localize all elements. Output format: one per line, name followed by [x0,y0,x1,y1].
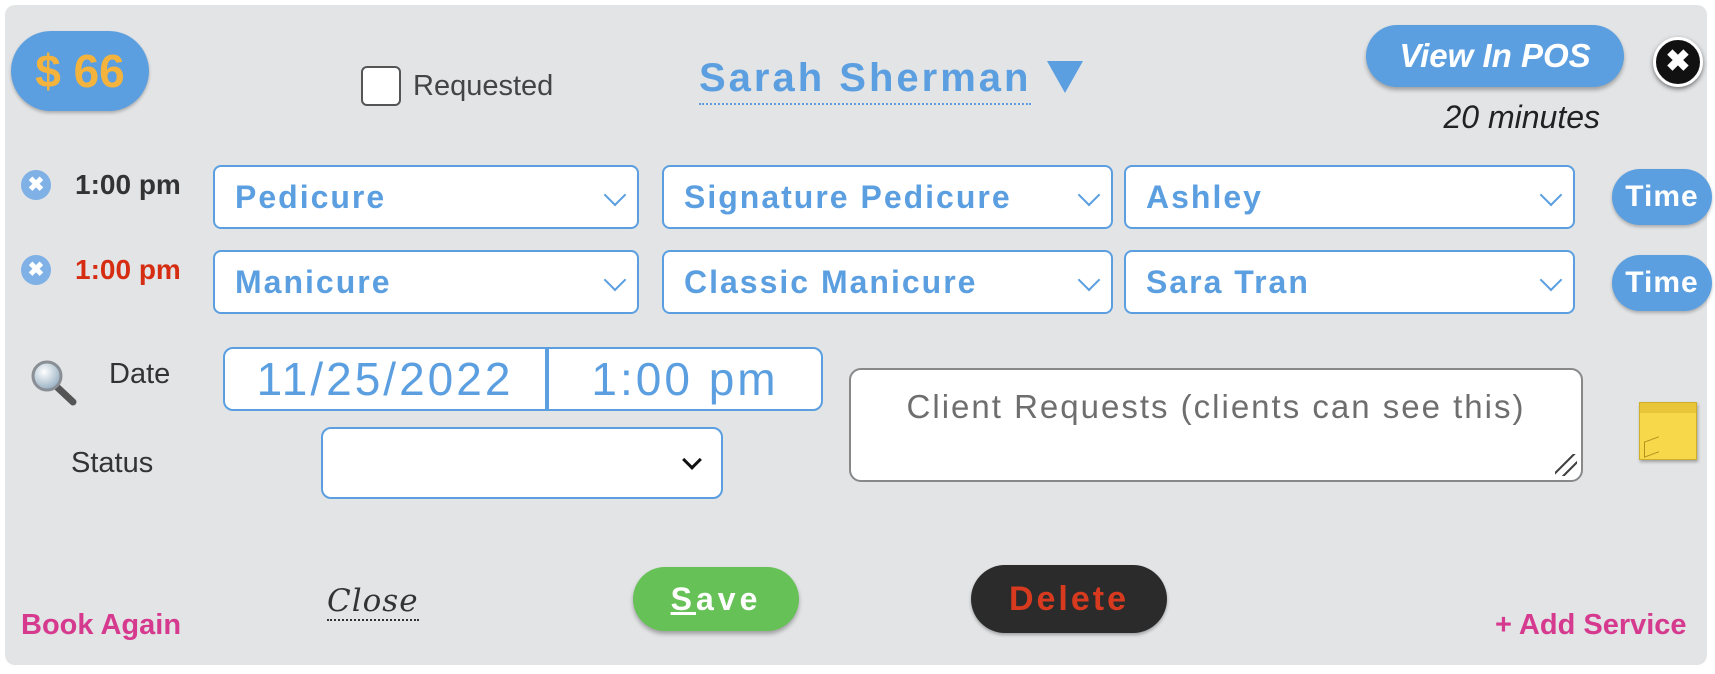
chevron-down-icon [603,268,627,292]
price-badge: $ 66 [11,31,149,111]
client-dropdown-caret-icon[interactable] [1047,61,1083,93]
service-select[interactable]: Classic Manicure [662,250,1113,314]
time-button[interactable]: Time [1612,255,1712,311]
service-time: 1:00 pm [75,169,181,200]
sticky-note-icon[interactable] [1639,402,1697,460]
requested-checkbox[interactable] [361,66,401,106]
staff-value: Sara Tran [1146,263,1310,300]
service-time: 1:00 pm [75,254,181,285]
category-select[interactable]: Manicure [213,250,639,314]
time-button[interactable]: Time [1612,169,1712,225]
delete-button[interactable]: Delete [971,565,1167,633]
chevron-down-icon [1539,268,1563,292]
chevron-down-icon [682,450,702,470]
requested-label: Requested [413,69,554,102]
staff-select[interactable]: Sara Tran [1124,250,1575,314]
resize-handle-icon[interactable] [1555,454,1577,476]
chevron-down-icon [603,183,627,207]
status-select[interactable] [321,427,723,499]
search-icon[interactable] [27,357,81,407]
add-service-link[interactable]: + Add Service [1495,609,1687,642]
client-requests-placeholder: Client Requests (clients can see this) [906,388,1526,425]
date-input[interactable]: 11/25/2022 [223,347,547,411]
service-select[interactable]: Signature Pedicure [662,165,1113,229]
save-label: ave [695,580,762,617]
staff-select[interactable]: Ashley [1124,165,1575,229]
date-label: Date [109,358,171,390]
appointment-duration: 20 minutes [1443,99,1600,135]
client-name-link[interactable]: Sarah Sherman [699,55,1032,105]
time-input[interactable]: 1:00 pm [547,347,823,411]
chevron-down-icon [1077,183,1101,207]
service-value: Signature Pedicure [684,178,1012,215]
chevron-down-icon [1077,268,1101,292]
staff-value: Ashley [1146,178,1263,215]
chevron-down-icon [1539,183,1563,207]
service-value: Classic Manicure [684,263,978,300]
remove-service-icon[interactable]: ✖ [21,170,51,200]
save-button[interactable]: Save [633,567,799,631]
category-select[interactable]: Pedicure [213,165,639,229]
book-again-link[interactable]: Book Again [21,609,181,642]
client-requests-textarea[interactable]: Client Requests (clients can see this) [849,368,1583,482]
remove-service-icon[interactable]: ✖ [21,255,51,285]
requested-toggle[interactable]: Requested [361,66,553,106]
category-value: Pedicure [235,178,387,215]
appointment-panel: $ 66 Requested Sarah Sherman View In POS… [5,5,1712,665]
close-link[interactable]: Close [327,583,419,621]
view-in-pos-button[interactable]: View In POS [1366,25,1624,87]
status-label: Status [71,447,154,479]
close-icon[interactable]: ✖ [1653,37,1703,87]
category-value: Manicure [235,263,392,300]
save-mnemonic: S [670,580,696,617]
